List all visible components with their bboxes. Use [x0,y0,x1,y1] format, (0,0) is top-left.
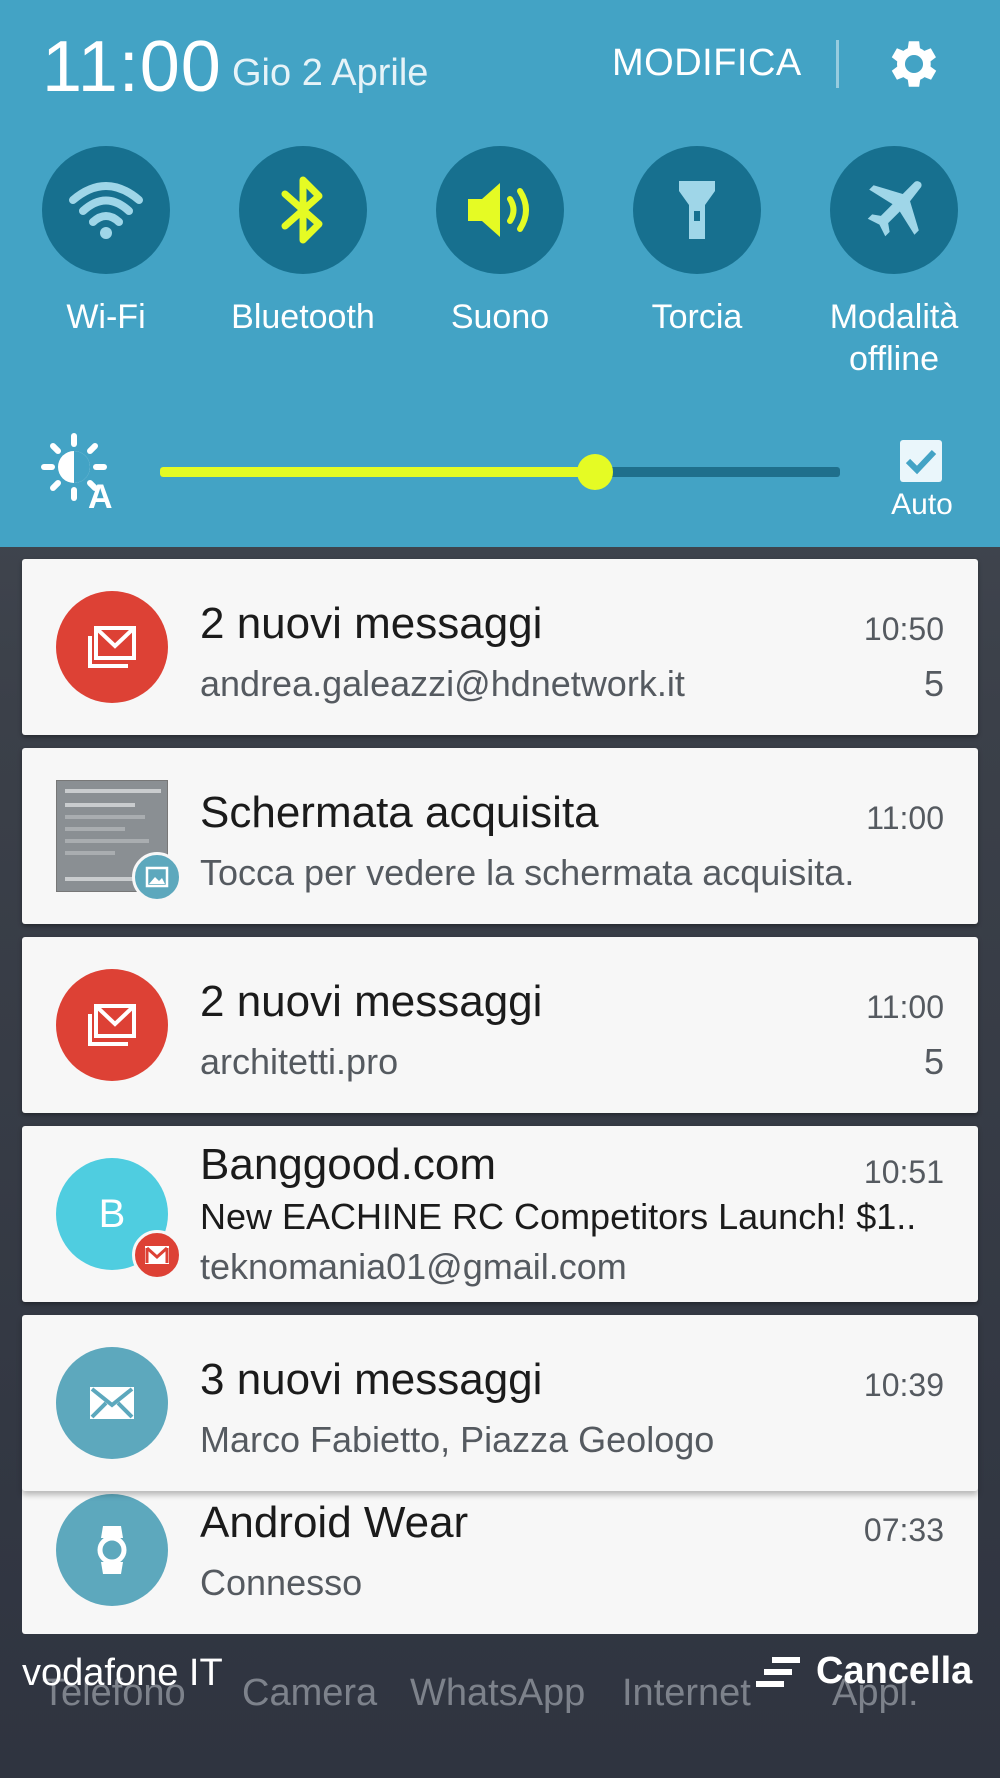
clear-all-label: Cancella [816,1650,973,1692]
notification-time: 11:00 [866,989,944,1025]
svg-text:A: A [88,478,113,510]
notification-email-1[interactable]: 2 nuovi messaggi andrea.galeazzi@hdnetwo… [22,559,978,735]
flashlight-icon [633,146,761,274]
notification-time: 07:33 [863,1512,944,1548]
brightness-slider-handle[interactable] [577,454,614,490]
divider [836,40,839,88]
clock: 11:00 [42,27,222,107]
clear-all-button[interactable]: Cancella [756,1650,972,1693]
brightness-slider-fill [160,467,596,477]
toggle-label: Modalità offline [829,298,959,378]
auto-brightness-icon: A [41,433,113,510]
dock-app-label: Camera [242,1672,378,1714]
notification-count: 5 [923,1041,944,1082]
toggle-flashlight[interactable]: Torcia [617,146,777,338]
edit-button[interactable]: MODIFICA [612,42,802,85]
toggle-label: Torcia [651,298,743,336]
notification-gmail[interactable]: B Banggood.com New EACHINE RC Competitor… [22,1126,978,1302]
clear-all-icon [756,1656,800,1687]
toggle-label: Bluetooth [231,298,375,336]
watch-icon [56,1494,168,1606]
notification-email-2[interactable]: 2 nuovi messaggi architetti.pro 11:00 5 [22,937,978,1113]
notification-title: 2 nuovi messaggi [200,977,543,1026]
notification-time: 10:51 [863,1154,944,1190]
notification-title: 2 nuovi messaggi [200,599,543,648]
notification-title: Schermata acquisita [200,788,599,837]
dock-app-label: Internet [622,1672,751,1714]
notification-time: 11:00 [866,800,944,836]
notification-text: Connesso [200,1562,363,1603]
wifi-icon [42,146,170,274]
bluetooth-icon [239,146,367,274]
quick-settings-panel: 11:00 Gio 2 Aprile MODIFICA Wi-Fi Blueto… [0,0,1000,547]
notification-title: Banggood.com [200,1140,496,1189]
notification-text: andrea.galeazzi@hdnetwork.it [200,663,685,704]
airplane-icon [830,146,958,274]
image-icon [132,852,182,902]
auto-brightness-label: Auto [891,488,953,521]
notification-text: Tocca per vedere la schermata acquisita. [200,852,855,893]
brightness-slider[interactable] [160,454,840,490]
dock-app-label: WhatsApp [410,1672,586,1714]
toggle-label: Wi-Fi [66,298,146,336]
notification-time: 10:50 [863,611,944,647]
carrier-label: vodafone IT [22,1652,223,1694]
notification-messages[interactable]: 3 nuovi messaggi Marco Fabietto, Piazza … [22,1315,978,1491]
notification-android-wear[interactable]: Android Wear Connesso 07:33 [22,1478,978,1634]
auto-brightness-checkbox[interactable] [900,440,942,482]
notification-time: 10:39 [863,1367,944,1403]
notification-screenshot[interactable]: Schermata acquisita Tocca per vedere la … [22,748,978,924]
notification-text: architetti.pro [200,1041,399,1082]
notification-text: New EACHINE RC Competitors Launch! $1.. [200,1196,917,1237]
notification-text: Marco Fabietto, Piazza Geologo [200,1419,715,1460]
mail-stack-icon [56,969,168,1081]
notification-account: teknomania01@gmail.com [200,1246,627,1287]
notification-title: 3 nuovi messaggi [200,1355,543,1404]
settings-gear-icon[interactable] [883,33,945,95]
checkmark-icon [905,449,937,475]
gmail-icon [132,1230,182,1280]
envelope-icon [56,1347,168,1459]
speaker-icon [436,146,564,274]
notification-count: 5 [923,663,944,704]
toggle-label: Suono [450,298,550,336]
date[interactable]: Gio 2 Aprile [232,52,428,95]
toggle-bluetooth[interactable]: Bluetooth [223,146,383,338]
mail-stack-icon [56,591,168,703]
toggle-wifi[interactable]: Wi-Fi [26,146,186,338]
toggle-airplane-mode[interactable]: Modalità offline [814,146,974,380]
toggle-sound[interactable]: Suono [420,146,580,338]
notification-title: Android Wear [200,1498,469,1547]
